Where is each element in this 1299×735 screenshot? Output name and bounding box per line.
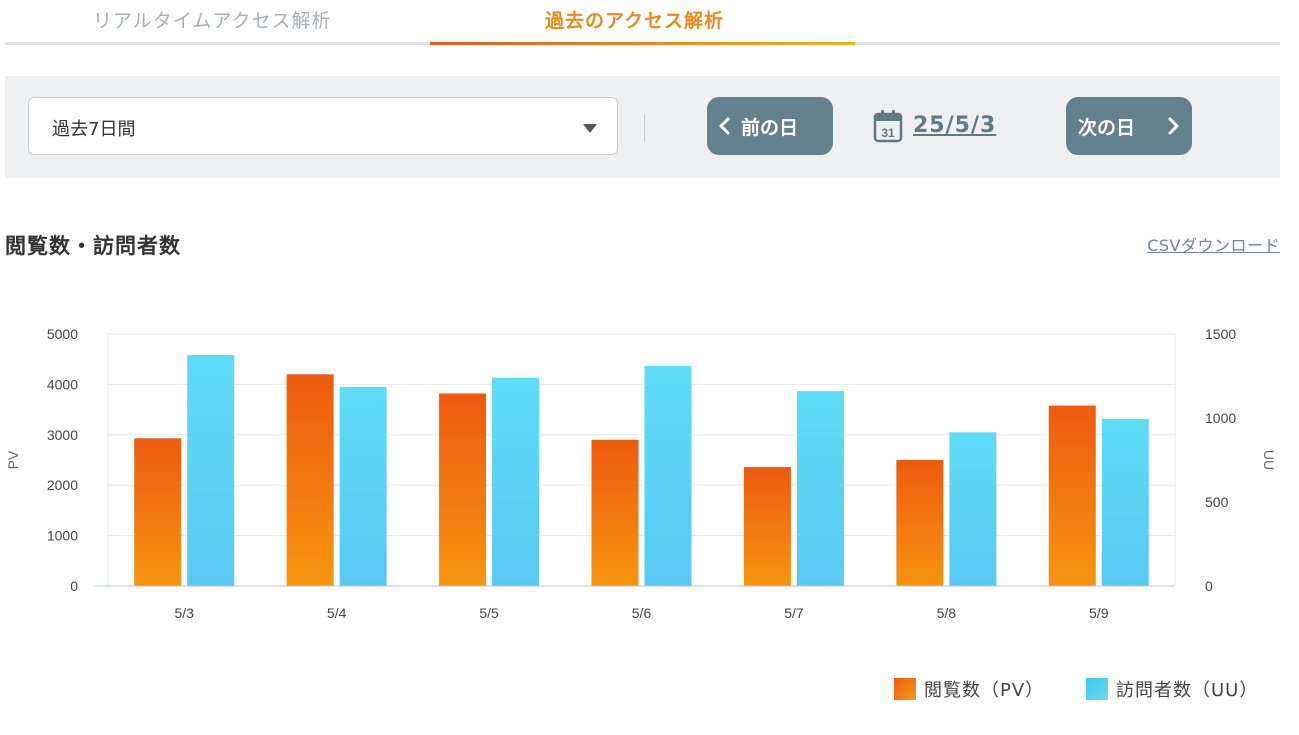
filter-divider <box>644 114 645 142</box>
legend-swatch-pv <box>894 678 916 700</box>
legend-item-uu[interactable]: 訪問者数（UU） <box>1086 676 1258 704</box>
calendar-day: 31 <box>881 126 895 140</box>
legend-label-uu: 訪問者数（UU） <box>1116 680 1259 701</box>
analysis-tabs: リアルタイムアクセス解析 過去のアクセス解析 <box>5 0 1280 46</box>
legend-item-pv[interactable]: 閲覧数（PV） <box>894 676 1044 704</box>
period-select[interactable]: 過去7日間 <box>28 97 618 155</box>
bar-pv <box>591 439 639 586</box>
pv-uu-bar-chart: 0 1000 2000 3000 4000 5000 0 500 1000 1500 PV UU 5/3… <box>5 326 1277 621</box>
bar-pv <box>286 374 334 586</box>
active-tab-indicator <box>430 42 855 45</box>
bar-pv <box>439 393 487 586</box>
y-tick-label: 3000 <box>47 427 78 443</box>
bar-uu <box>492 377 540 586</box>
bar-uu <box>796 391 844 586</box>
y2-tick-label: 0 <box>1205 578 1213 594</box>
next-day-button[interactable]: 次の日 <box>1066 97 1192 155</box>
y-tick-label: 1000 <box>47 528 78 544</box>
x-tick-label: 5/4 <box>327 605 347 621</box>
y2-tick-label: 1500 <box>1205 326 1236 342</box>
bar-uu <box>644 365 692 586</box>
tab-past-analysis[interactable]: 過去のアクセス解析 <box>545 6 724 32</box>
legend-swatch-uu <box>1086 678 1108 700</box>
bar-pv <box>743 467 791 586</box>
filter-bar: 過去7日間 前の日 31 25/5/3 次の日 <box>5 76 1280 178</box>
grid-lines <box>107 333 1176 586</box>
x-tick-label: 5/8 <box>937 605 957 621</box>
next-day-label: 次の日 <box>1078 117 1136 139</box>
chart-section-title: 閲覧数・訪問者数 <box>5 234 181 258</box>
csv-download-link[interactable]: CSVダウンロード <box>1147 232 1280 256</box>
x-tick-label: 5/9 <box>1089 605 1109 621</box>
bar-pv <box>1048 405 1096 586</box>
bars <box>134 355 1149 586</box>
bar-pv <box>896 460 944 586</box>
x-tick-label: 5/3 <box>174 605 194 621</box>
bar-pv <box>134 438 182 586</box>
period-select-value: 過去7日間 <box>52 119 136 140</box>
y-tick-label: 4000 <box>47 376 78 392</box>
bar-uu <box>1101 418 1149 586</box>
legend-label-pv: 閲覧数（PV） <box>924 680 1045 701</box>
current-date-link[interactable]: 25/5/3 <box>913 113 996 138</box>
chevron-left-icon <box>719 117 730 135</box>
prev-day-label: 前の日 <box>741 117 799 139</box>
y-axis-title: PV <box>5 450 21 469</box>
tab-realtime-analysis[interactable]: リアルタイムアクセス解析 <box>93 6 331 32</box>
calendar-icon[interactable]: 31 <box>873 109 903 143</box>
y2-axis-title: UU <box>1261 450 1277 470</box>
x-tick-label: 5/5 <box>479 605 499 621</box>
caret-down-icon <box>583 124 597 133</box>
bar-uu <box>339 386 387 586</box>
y2-tick-label: 1000 <box>1205 410 1236 426</box>
y-tick-label: 0 <box>70 578 78 594</box>
prev-day-button[interactable]: 前の日 <box>707 97 833 155</box>
chevron-right-icon <box>1168 117 1179 135</box>
x-tick-label: 5/7 <box>784 605 804 621</box>
y2-tick-label: 500 <box>1205 494 1229 510</box>
x-tick-label: 5/6 <box>632 605 652 621</box>
y-tick-label: 2000 <box>47 477 78 493</box>
bar-uu <box>187 355 235 586</box>
bar-uu <box>949 432 997 586</box>
y-tick-label: 5000 <box>47 326 78 342</box>
